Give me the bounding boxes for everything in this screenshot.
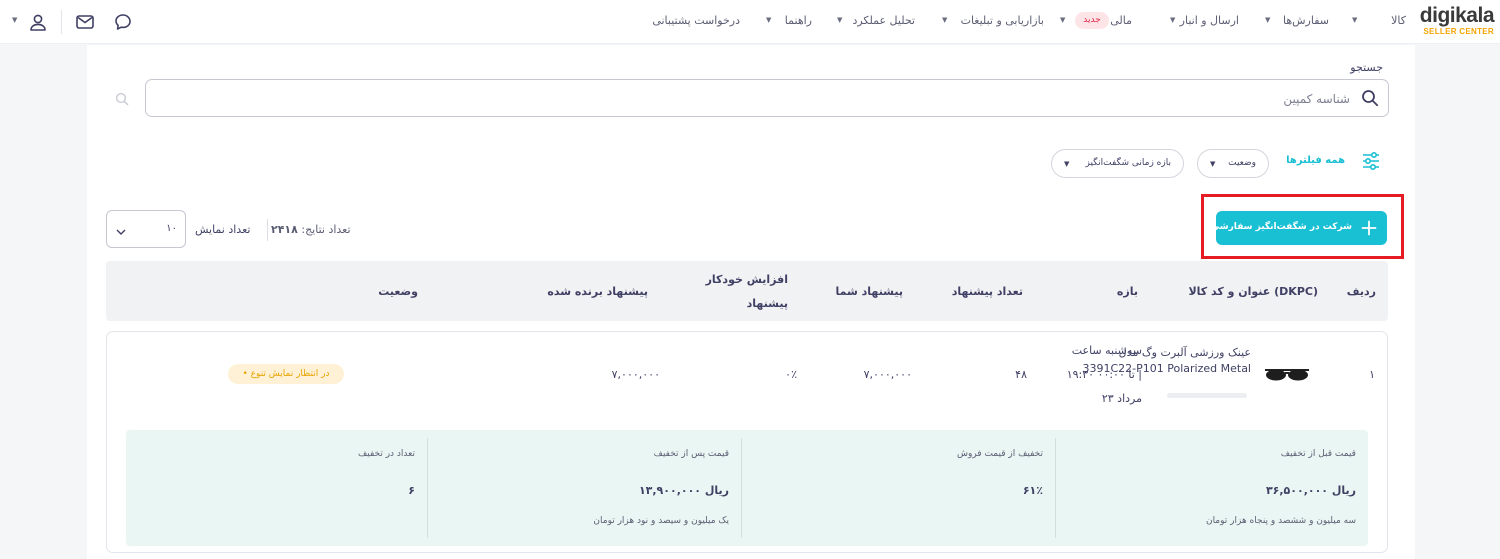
detail-value: ۳۶,۵۰۰,۰۰۰ ریال [1265,484,1356,497]
filter-sliders-icon [1361,151,1381,174]
digikala-logo[interactable]: digikala SELLER CENTER [1404,4,1495,37]
detail-price-before: قیمت قبل از تخفیف ۳۶,۵۰۰,۰۰۰ ریال سه میل… [1057,430,1368,546]
detail-sub: یک میلیون و سیصد و نود هزار تومان [593,516,729,526]
detail-price-after: قیمت پس از تخفیف ۱۳,۹۰۰,۰۰۰ ریال یک میلی… [429,430,741,546]
chevron-down-icon: ▼ [1265,16,1271,24]
status-badge: • در انتظار نمایش تنوع [228,364,344,384]
detail-title: قیمت پس از تخفیف [653,449,729,459]
chevron-down-icon: ▼ [1064,160,1070,168]
col-offer-count: تعداد پیشنهاد [951,285,1023,298]
chevron-down-icon: ▼ [766,16,772,24]
col-auto-increase: افزایش خودکار [705,273,788,286]
dkpc-code [1167,393,1247,398]
detail-sub: سه میلیون و ششصد و پنجاه هزار تومان [1205,516,1356,526]
new-badge: جدید [1075,12,1109,29]
offer-details-panel: قیمت قبل از تخفیف ۳۶,۵۰۰,۰۰۰ ریال سه میل… [126,430,1368,546]
highlight-box [1201,194,1404,259]
logo-subtext: SELLER CENTER [1423,27,1494,36]
detail-quantity: تعداد در تخفیف ۶ [126,430,427,546]
display-count-select[interactable]: ۱۰ [106,210,186,248]
chevron-down-icon: ▼ [1210,160,1216,168]
status-filter-chip[interactable]: وضعیت ▼ [1197,149,1269,178]
row-index: ۱ [1369,368,1375,381]
search-label: جستجو [1350,61,1383,74]
divider [427,438,428,538]
chevron-down-icon: ▼ [942,16,948,24]
detail-discount: تخفیف از قیمت فروش ۶۱٪ [743,430,1055,546]
top-navbar: digikala SELLER CENTER کالا ▼ سفارش‌ها ▼… [0,0,1500,44]
detail-value: ۶ [408,484,415,497]
nav-item-products[interactable]: کالا [1391,14,1406,27]
offer-count: ۴۸ [1015,368,1027,381]
detail-title: قیمت قبل از تخفیف [1280,449,1356,459]
chevron-down-icon [115,223,127,242]
search-icon [1361,89,1379,111]
nav-item-marketing[interactable]: بازاریابی و تبلیغات [961,14,1044,27]
chevron-down-icon: ▼ [1352,16,1358,24]
winning-offer: ۷,۰۰۰,۰۰۰ [611,368,660,381]
display-count-label: تعداد نمایش [195,223,251,236]
divider [741,438,742,538]
result-count-value: ۲۴۱۸ [271,223,298,236]
search-icon [115,91,129,110]
nav-item-guide[interactable]: راهنما [785,14,812,27]
range-filter-label: بازه زمانی شگفت‌انگیز [1085,158,1171,168]
table-row[interactable]: ۱ عینک ورزشی آلبرت وگ مدل 3391C22-P101 P… [106,331,1388,553]
nav-item-orders[interactable]: سفارش‌ها [1283,14,1329,27]
chevron-down-icon: ▼ [1170,16,1176,24]
col-auto-increase-2: پیشنهاد [746,297,788,310]
range-date: ۲۳ مرداد [1101,392,1142,405]
detail-value: ۶۱٪ [1022,484,1043,497]
divider [61,10,62,34]
your-offer: ۷,۰۰۰,۰۰۰ [863,368,912,381]
chevron-down-icon: ▼ [1060,16,1066,24]
nav-item-finance[interactable]: مالی [1110,14,1132,27]
chat-icon[interactable] [113,12,133,36]
table-header: ردیف عنوان و کد کالا (DKPC) بازه تعداد پ… [106,261,1388,321]
detail-title: تخفیف از قیمت فروش [957,449,1043,459]
display-count-value: ۱۰ [166,223,177,234]
col-range: بازه [1116,285,1138,298]
range-time: ۱۹:۳۰ تا ۰۰:۰۰ | [1066,368,1142,381]
range-day: سه‌شنبه ساعت [1071,344,1142,357]
auto-increase: ۰٪ [785,368,797,381]
main-content: جستجو شناسه کمپین همه فیلترها وضعیت ▼ با… [87,45,1415,559]
divider [1055,438,1056,538]
result-count: تعداد نتایج: ۲۴۱۸ [271,223,351,236]
col-row: ردیف [1346,285,1376,298]
col-your-offer: پیشنهاد شما [835,285,904,298]
detail-title: تعداد در تخفیف [357,449,415,459]
nav-item-support[interactable]: درخواست پشتیبانی [652,14,740,27]
range-filter-chip[interactable]: بازه زمانی شگفت‌انگیز ▼ [1051,149,1184,178]
status-filter-label: وضعیت [1228,158,1256,168]
result-count-label: تعداد نتایج: [301,223,351,236]
detail-value: ۱۳,۹۰۰,۰۰۰ ریال [638,484,729,497]
col-title: عنوان و کد کالا (DKPC) [1188,285,1318,298]
user-icon[interactable] [28,12,48,36]
mail-icon[interactable] [75,12,95,36]
nav-item-shipping[interactable]: ارسال و انبار [1180,14,1239,27]
divider [267,219,268,241]
col-winning-offer: پیشنهاد برنده شده [547,285,648,298]
chevron-down-icon: ▼ [837,16,843,24]
all-filters-label: همه فیلترها [1286,155,1345,166]
nav-item-performance[interactable]: تحلیل عملکرد [852,14,915,27]
chevron-down-icon[interactable]: ▼ [12,16,17,24]
search-placeholder: شناسه کمپین [1283,92,1350,106]
search-input[interactable]: شناسه کمپین [145,79,1389,117]
logo-text: digikala [1419,4,1495,27]
product-image [1264,366,1310,386]
col-status: وضعیت [378,285,418,298]
